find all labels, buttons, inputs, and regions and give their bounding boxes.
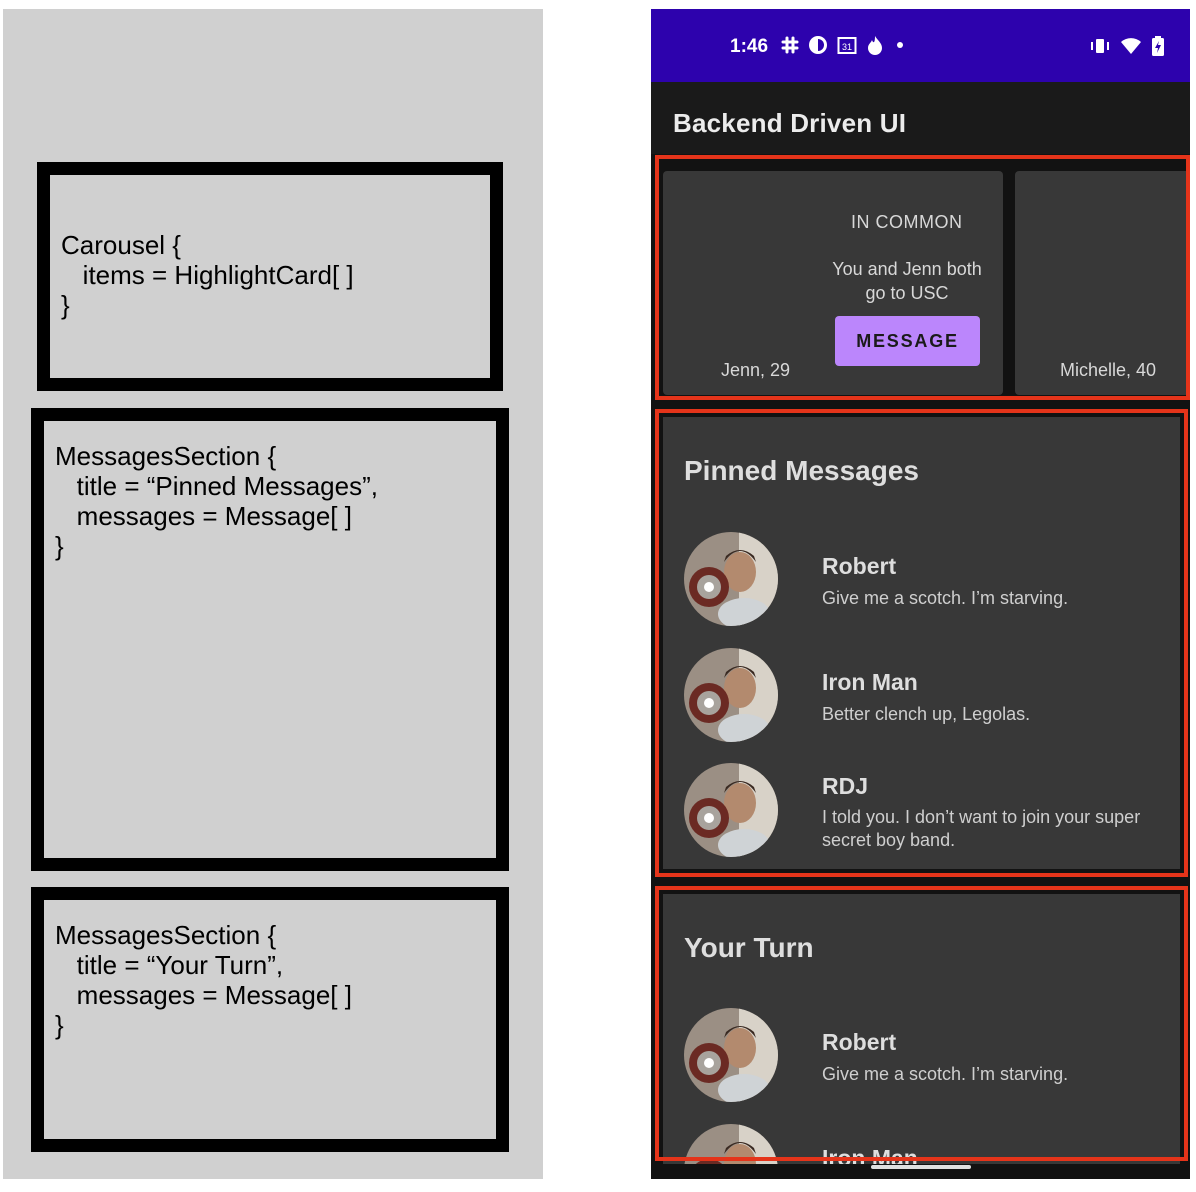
yourturn-section-code-box: MessagesSection { title = “Your Turn”, m… [31,887,509,1152]
status-time: 1:46 [730,36,769,57]
slack-icon [781,36,799,54]
calendar-icon: 31 [837,35,857,55]
phone-screen: 1:46 31 Backend Driven UI IN COMMON You … [651,9,1190,1179]
vibrate-icon [1090,37,1110,55]
app-icon [808,35,828,55]
pinned-section-code: MessagesSection { title = “Pinned Messag… [55,441,378,561]
yourturn-section-code: MessagesSection { title = “Your Turn”, m… [55,920,352,1040]
carousel-highlight-outline [655,155,1190,400]
notification-icons: 31 [781,35,907,55]
carousel-code-box: Carousel { items = HighlightCard[ ] } [37,162,503,391]
gesture-nav-handle[interactable] [871,1165,971,1169]
carousel-code: Carousel { items = HighlightCard[ ] } [61,230,354,320]
app-bar: Backend Driven UI [651,82,1190,154]
dot-icon [893,38,907,52]
status-bar: 1:46 31 [651,9,1190,82]
wifi-icon [1120,37,1142,55]
battery-charging-icon [1152,36,1164,56]
pinned-section-code-box: MessagesSection { title = “Pinned Messag… [31,408,509,871]
yourturn-section-highlight-outline [655,886,1188,1161]
system-icons [1090,36,1164,56]
flame-icon [866,35,884,55]
app-title: Backend Driven UI [673,108,907,138]
calendar-day: 31 [842,42,852,52]
pinned-section-highlight-outline [655,409,1188,877]
